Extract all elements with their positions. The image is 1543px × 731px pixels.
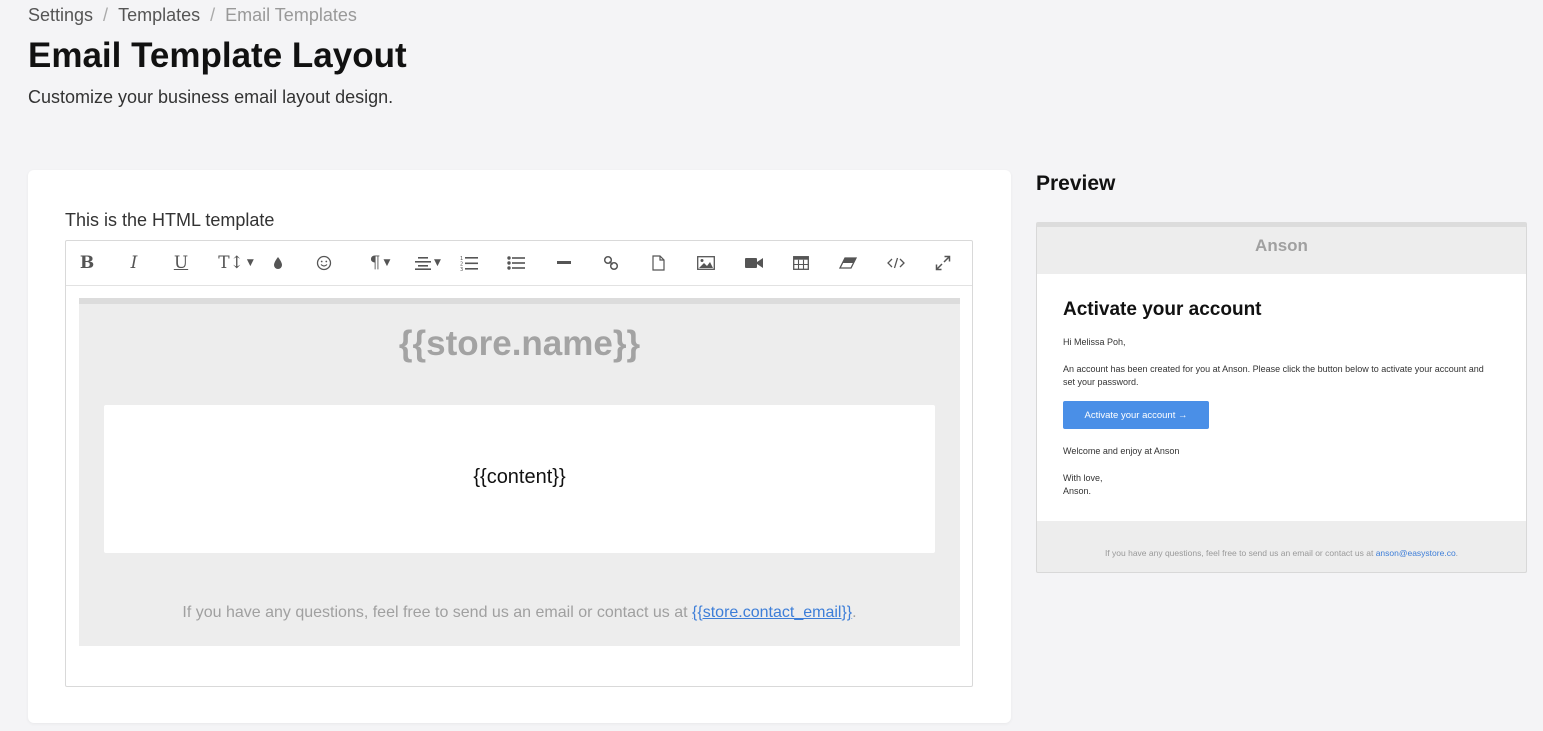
align-icon bbox=[415, 257, 432, 270]
unordered-list-icon bbox=[507, 256, 525, 270]
preview-signoff-line-2: Anson. bbox=[1063, 486, 1092, 496]
preview-signoff-line-1: With love, bbox=[1063, 473, 1103, 483]
preview-body: Activate your account Hi Melissa Poh, An… bbox=[1037, 274, 1526, 521]
font-size-button[interactable]: T↕ ▼ bbox=[218, 252, 254, 274]
preview-welcome: Welcome and enjoy at Anson bbox=[1063, 446, 1180, 456]
insert-file-button[interactable] bbox=[649, 252, 667, 274]
insert-video-button[interactable] bbox=[744, 252, 764, 274]
preview-body-text: An account has been created for you at A… bbox=[1063, 364, 1484, 387]
email-footer-text: If you have any questions, feel free to … bbox=[182, 604, 693, 621]
underline-button[interactable]: U bbox=[172, 252, 190, 274]
preview-header: Anson bbox=[1037, 227, 1526, 274]
fullscreen-button[interactable] bbox=[933, 252, 953, 274]
breadcrumb-separator: / bbox=[210, 5, 216, 25]
chevron-down-icon: ▼ bbox=[434, 258, 441, 268]
italic-icon: I bbox=[130, 253, 138, 273]
expand-icon bbox=[935, 255, 951, 271]
text-color-button[interactable] bbox=[269, 252, 287, 274]
ordered-list-button[interactable]: 123 bbox=[459, 252, 479, 274]
preview-footer-text: If you have any questions, feel free to … bbox=[1104, 548, 1376, 558]
bold-button[interactable]: B bbox=[78, 252, 96, 274]
activate-account-button[interactable]: Activate your account → bbox=[1063, 401, 1209, 429]
preview-title: Preview bbox=[1036, 172, 1116, 195]
image-icon bbox=[697, 256, 715, 270]
store-contact-email-link[interactable]: {{store.contact_email}} bbox=[692, 604, 852, 621]
bold-icon: B bbox=[79, 253, 95, 273]
editor-card: This is the HTML template B I U T↕ ▼ ¶ ▼ ▼… bbox=[28, 170, 1011, 723]
insert-image-button[interactable] bbox=[696, 252, 716, 274]
breadcrumb-settings[interactable]: Settings bbox=[28, 5, 93, 25]
preview-footer-end: . bbox=[1455, 548, 1459, 558]
italic-button[interactable]: I bbox=[125, 252, 143, 274]
emoji-button[interactable] bbox=[315, 252, 333, 274]
preview-heading: Activate your account bbox=[1063, 299, 1262, 320]
editor-label: This is the HTML template bbox=[65, 210, 275, 230]
email-footer: If you have any questions, feel free to … bbox=[79, 604, 960, 622]
ordered-list-icon: 123 bbox=[460, 256, 478, 271]
preview-contact-email-link[interactable]: anson@easystore.co bbox=[1376, 548, 1456, 558]
editor-toolbar: B I U T↕ ▼ ¶ ▼ ▼ 123 bbox=[66, 241, 972, 286]
file-icon bbox=[651, 255, 665, 271]
unordered-list-button[interactable] bbox=[506, 252, 526, 274]
paragraph-format-button[interactable]: ¶ ▼ bbox=[363, 252, 397, 274]
insert-link-button[interactable] bbox=[601, 252, 621, 274]
content-block: {{content}} bbox=[104, 405, 935, 553]
chevron-down-icon: ▼ bbox=[383, 258, 391, 268]
preview-frame: Anson Activate your account Hi Melissa P… bbox=[1036, 222, 1527, 573]
store-name-placeholder: {{store.name}} bbox=[398, 324, 641, 363]
eraser-icon bbox=[839, 257, 857, 269]
breadcrumb-separator: / bbox=[103, 5, 109, 25]
horizontal-line-icon bbox=[557, 261, 571, 264]
email-template-canvas[interactable]: {{store.name}} {{content}} If you have a… bbox=[79, 298, 960, 646]
emoji-icon bbox=[316, 255, 332, 271]
breadcrumb-templates[interactable]: Templates bbox=[118, 5, 200, 25]
link-icon bbox=[603, 255, 619, 271]
breadcrumb-email-templates: Email Templates bbox=[225, 5, 357, 25]
underline-icon: U bbox=[173, 253, 189, 273]
code-view-button[interactable] bbox=[886, 252, 906, 274]
chevron-down-icon: ▼ bbox=[246, 258, 254, 268]
table-icon bbox=[793, 256, 809, 270]
page-subtitle: Customize your business email layout des… bbox=[28, 87, 394, 107]
code-icon bbox=[887, 257, 905, 269]
align-button[interactable]: ▼ bbox=[410, 252, 446, 274]
preview-footer: If you have any questions, feel free to … bbox=[1037, 548, 1526, 558]
preview-store-name: Anson bbox=[1255, 236, 1308, 255]
content-placeholder: {{content}} bbox=[473, 466, 566, 488]
droplet-icon bbox=[274, 257, 282, 269]
page-title: Email Template Layout bbox=[28, 36, 407, 75]
horizontal-line-button[interactable] bbox=[554, 252, 574, 274]
pilcrow-icon: ¶ bbox=[369, 253, 381, 273]
video-icon bbox=[745, 258, 763, 268]
email-footer-end: . bbox=[852, 604, 857, 621]
clear-formatting-button[interactable] bbox=[838, 252, 858, 274]
preview-greeting: Hi Melissa Poh, bbox=[1063, 337, 1126, 347]
insert-table-button[interactable] bbox=[791, 252, 811, 274]
font-size-icon: T↕ bbox=[218, 253, 244, 273]
rich-text-editor[interactable]: B I U T↕ ▼ ¶ ▼ ▼ 123 {{store.name}} {{co… bbox=[65, 240, 973, 687]
breadcrumb: Settings / Templates / Email Templates bbox=[28, 5, 357, 26]
svg-text:3: 3 bbox=[460, 267, 463, 271]
